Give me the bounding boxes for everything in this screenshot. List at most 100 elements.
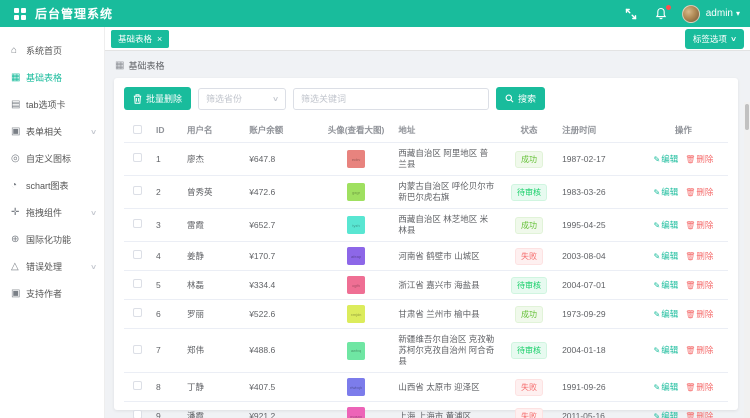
sidebar-item-label: 基础表格 bbox=[26, 71, 96, 84]
col-avatar: 头像(查看大图) bbox=[318, 118, 395, 143]
cell-address: 内蒙古自治区 呼伦贝尔市 新巴尔虎右旗 bbox=[394, 176, 500, 209]
delete-button[interactable]: 🗑删除 bbox=[685, 382, 713, 392]
cell-username: 廖杰 bbox=[183, 143, 245, 176]
row-checkbox[interactable] bbox=[133, 250, 142, 259]
cell-date: 1995-04-25 bbox=[558, 209, 639, 242]
cell-id: 7 bbox=[152, 329, 183, 373]
cell-date: 1991-09-26 bbox=[558, 373, 639, 402]
table-icon: ▦ bbox=[115, 60, 124, 71]
sidebar-item-support[interactable]: ▣支持作者 bbox=[0, 280, 104, 307]
sidebar-item-error[interactable]: △错误处理∨ bbox=[0, 253, 104, 280]
province-filter-select[interactable]: 筛选省份 ∨ bbox=[198, 88, 286, 110]
edit-button[interactable]: ✎编辑 bbox=[653, 220, 678, 230]
delete-button[interactable]: 🗑删除 bbox=[685, 309, 713, 319]
row-checkbox[interactable] bbox=[133, 308, 142, 317]
trash-icon: 🗑 bbox=[685, 252, 695, 261]
avatar-thumbnail[interactable]: cgfh bbox=[347, 276, 365, 294]
sidebar-item-home[interactable]: ⌂系统首页 bbox=[0, 37, 104, 64]
avatar-thumbnail[interactable]: afeap bbox=[347, 247, 365, 265]
page-title: 基础表格 bbox=[128, 59, 164, 72]
avatar-thumbnail[interactable]: tyzh bbox=[347, 216, 365, 234]
drag-icon: ✛ bbox=[11, 207, 26, 218]
edit-button[interactable]: ✎编辑 bbox=[653, 309, 678, 319]
delete-button[interactable]: 🗑删除 bbox=[685, 345, 713, 355]
tab-close-icon[interactable]: × bbox=[157, 36, 162, 42]
scrollbar-thumb[interactable] bbox=[745, 104, 749, 130]
sidebar-item-i18n[interactable]: ⊕国际化功能 bbox=[0, 226, 104, 253]
avatar-thumbnail[interactable]: xmjdn bbox=[347, 305, 365, 323]
cell-date: 2004-07-01 bbox=[558, 271, 639, 300]
status-badge: 待审核 bbox=[511, 277, 547, 294]
delete-button[interactable]: 🗑删除 bbox=[685, 220, 713, 230]
trash-icon: 🗑 bbox=[685, 221, 695, 230]
avatar-thumbnail[interactable]: ecbv bbox=[347, 150, 365, 168]
scrollbar[interactable] bbox=[744, 102, 750, 418]
delete-button[interactable]: 🗑删除 bbox=[685, 187, 713, 197]
user-name[interactable]: admin bbox=[706, 8, 733, 19]
row-checkbox[interactable] bbox=[133, 410, 142, 418]
edit-button[interactable]: ✎编辑 bbox=[653, 154, 678, 164]
table-row: 4姜静¥170.7afeap河南省 鹤壁市 山城区失败2003-08-04✎编辑… bbox=[124, 242, 728, 271]
user-avatar[interactable] bbox=[682, 5, 700, 23]
edit-button[interactable]: ✎编辑 bbox=[653, 345, 678, 355]
status-badge: 成功 bbox=[515, 151, 543, 168]
table-header-row: ID 用户名 账户余额 头像(查看大图) 地址 状态 注册时间 操作 bbox=[124, 118, 728, 143]
select-all-checkbox[interactable] bbox=[133, 125, 142, 134]
edit-button[interactable]: ✎编辑 bbox=[653, 280, 678, 290]
sidebar-item-tabs[interactable]: ▤tab选项卡 bbox=[0, 91, 104, 118]
cell-id: 9 bbox=[152, 402, 183, 418]
row-checkbox[interactable] bbox=[133, 381, 142, 390]
avatar-thumbnail[interactable]: mqsnx bbox=[347, 407, 365, 418]
row-checkbox[interactable] bbox=[133, 219, 142, 228]
fullscreen-icon[interactable] bbox=[624, 7, 638, 21]
cell-address: 西藏自治区 林芝地区 米林县 bbox=[394, 209, 500, 242]
custom-icon: ◎ bbox=[11, 153, 26, 164]
cell-username: 姜静 bbox=[183, 242, 245, 271]
pencil-icon: ✎ bbox=[653, 155, 660, 164]
tag-options-button[interactable]: 标签选项 ∨ bbox=[685, 29, 744, 49]
edit-button[interactable]: ✎编辑 bbox=[653, 251, 678, 261]
sidebar-item-icons[interactable]: ◎自定义图标 bbox=[0, 145, 104, 172]
sidebar-item-label: tab选项卡 bbox=[26, 98, 96, 111]
col-balance: 账户余额 bbox=[245, 118, 318, 143]
avatar-thumbnail[interactable]: rfwbqh bbox=[347, 378, 365, 396]
sidebar-item-chart[interactable]: ◔schart图表 bbox=[0, 172, 104, 199]
form-icon: ▣ bbox=[11, 126, 26, 137]
app-header: 后台管理系统 admin ▾ bbox=[0, 0, 750, 27]
search-button[interactable]: 搜索 bbox=[496, 87, 545, 110]
row-checkbox[interactable] bbox=[133, 153, 142, 162]
table-row: 1廖杰¥647.8ecbv西藏自治区 阿里地区 普兰县成功1987-02-17✎… bbox=[124, 143, 728, 176]
bell-icon[interactable] bbox=[654, 7, 668, 21]
keyword-filter-input[interactable] bbox=[293, 88, 489, 110]
delete-button[interactable]: 🗑删除 bbox=[685, 411, 713, 418]
col-username: 用户名 bbox=[183, 118, 245, 143]
row-checkbox[interactable] bbox=[133, 186, 142, 195]
sidebar-item-drag[interactable]: ✛拖拽组件∨ bbox=[0, 199, 104, 226]
trash-icon: 🗑 bbox=[685, 155, 695, 164]
status-badge: 成功 bbox=[515, 306, 543, 323]
delete-button[interactable]: 🗑删除 bbox=[685, 251, 713, 261]
cell-username: 罗丽 bbox=[183, 300, 245, 329]
sidebar-item-form[interactable]: ▣表单相关∨ bbox=[0, 118, 104, 145]
cell-username: 雷霞 bbox=[183, 209, 245, 242]
trash-icon bbox=[133, 94, 142, 104]
pencil-icon: ✎ bbox=[653, 383, 660, 392]
cell-address: 甘肃省 兰州市 榆中县 bbox=[394, 300, 500, 329]
tab-basic-table[interactable]: 基础表格 × bbox=[111, 30, 169, 48]
row-checkbox[interactable] bbox=[133, 279, 142, 288]
edit-button[interactable]: ✎编辑 bbox=[653, 411, 678, 418]
edit-button[interactable]: ✎编辑 bbox=[653, 382, 678, 392]
batch-delete-button[interactable]: 批量删除 bbox=[124, 87, 191, 110]
row-checkbox[interactable] bbox=[133, 345, 142, 354]
delete-button[interactable]: 🗑删除 bbox=[685, 154, 713, 164]
delete-button[interactable]: 🗑删除 bbox=[685, 280, 713, 290]
avatar-thumbnail[interactable]: awfvq bbox=[347, 342, 365, 360]
user-menu-caret-icon[interactable]: ▾ bbox=[736, 9, 740, 18]
cell-username: 郑伟 bbox=[183, 329, 245, 373]
sidebar-item-table[interactable]: ▦基础表格 bbox=[0, 64, 104, 91]
status-badge: 待审核 bbox=[511, 184, 547, 201]
table-body: 1廖杰¥647.8ecbv西藏自治区 阿里地区 普兰县成功1987-02-17✎… bbox=[124, 143, 728, 418]
avatar-thumbnail[interactable]: gxgr bbox=[347, 183, 365, 201]
edit-button[interactable]: ✎编辑 bbox=[653, 187, 678, 197]
app-logo-icon bbox=[14, 8, 26, 20]
